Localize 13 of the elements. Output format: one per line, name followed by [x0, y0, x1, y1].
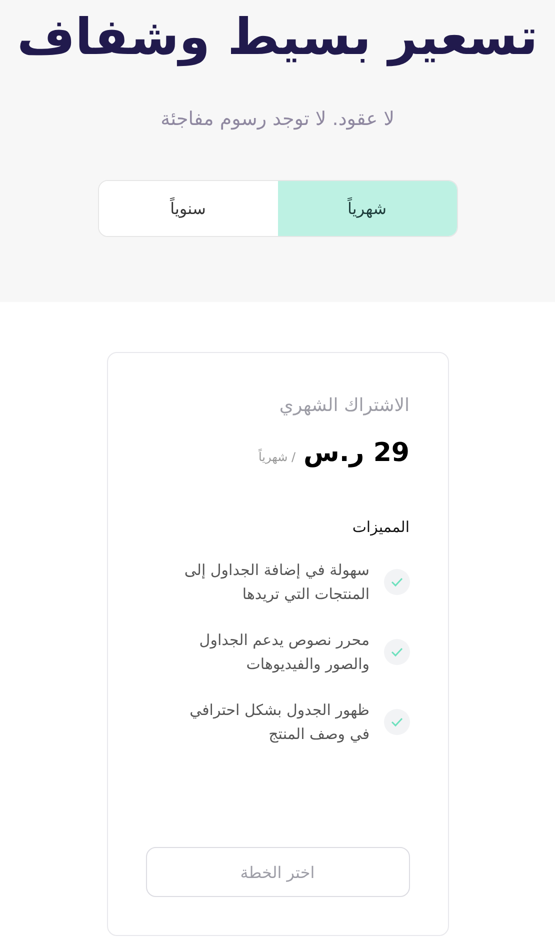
price-period: / شهرياً — [258, 450, 296, 464]
check-icon — [384, 569, 410, 595]
subtitle: لا عقود. لا توجد رسوم مفاجئة — [160, 108, 394, 130]
feature-text: ظهور الجدول بشكل احترافي في وصف المنتج — [188, 700, 370, 745]
check-icon — [384, 639, 410, 665]
page-title: تسعير بسيط وشفاف — [17, 7, 538, 68]
features-heading: المميزات — [351, 518, 410, 536]
plan-name: الاشتراك الشهري — [278, 395, 410, 416]
feature-text: سهولة في إضافة الجداول إلى المنتجات التي تريدها — [183, 560, 370, 605]
price: 29 ر.س — [304, 438, 410, 468]
feature-text: محرر نصوص يدعم الجداول والصور والفيديوهات — [198, 630, 370, 675]
billing-tab[interactable]: شهرياً — [278, 181, 456, 236]
check-icon — [384, 709, 410, 735]
